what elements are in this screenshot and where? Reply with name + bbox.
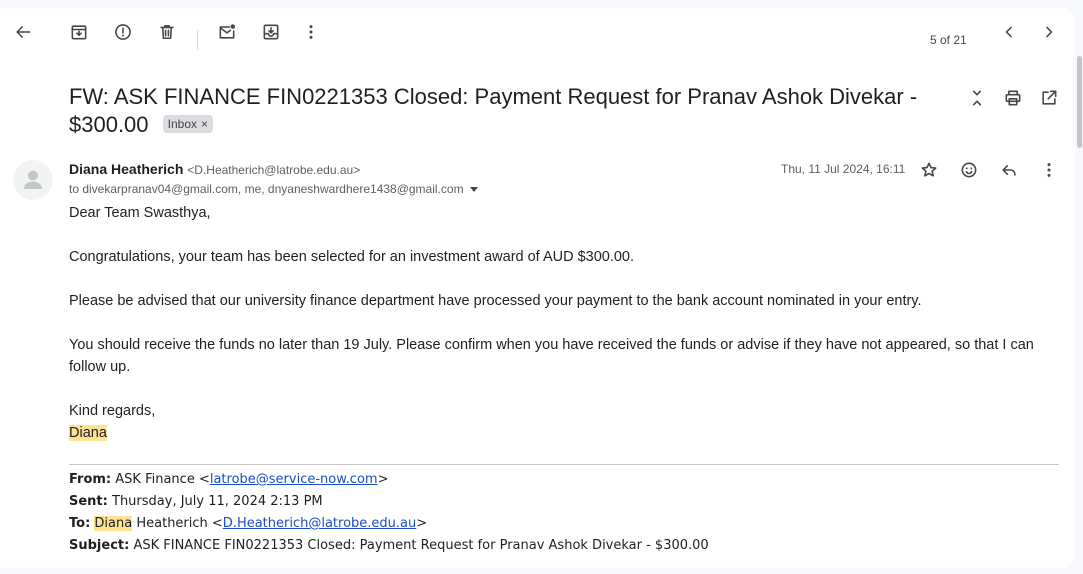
fwd-from-email-link[interactable]: latrobe@service-now.com xyxy=(210,472,378,487)
open-new-window-button[interactable] xyxy=(1033,82,1065,114)
fwd-to-email-link[interactable]: D.Heatherich@latrobe.edu.au xyxy=(223,516,416,531)
fwd-sent-value: Thursday, July 11, 2024 2:13 PM xyxy=(112,494,323,509)
sender-name[interactable]: Diana Heatherich xyxy=(69,161,183,177)
signature-line: Diana xyxy=(69,422,1059,444)
avatar[interactable] xyxy=(13,160,53,200)
forward-separator xyxy=(69,464,1059,465)
archive-icon xyxy=(71,25,87,40)
arrow-back-icon xyxy=(16,26,31,38)
show-details-dropdown[interactable] xyxy=(469,187,478,193)
move-to-icon xyxy=(263,24,279,40)
body-paragraph: You should receive the funds no later th… xyxy=(69,337,1034,375)
delete-button[interactable] xyxy=(151,16,183,48)
recipients-line: to divekarpranav04@gmail.com, me, dnyane… xyxy=(69,182,478,196)
emoji-icon xyxy=(961,162,977,178)
unfold-less-icon xyxy=(972,90,982,106)
reply-button[interactable] xyxy=(993,154,1025,186)
fwd-from-label: From: xyxy=(69,472,112,487)
delete-icon xyxy=(160,24,174,40)
toolbar-divider xyxy=(197,30,198,50)
star-button[interactable] xyxy=(913,154,945,186)
fwd-to-end: > xyxy=(416,516,428,531)
archive-button[interactable] xyxy=(63,16,95,48)
fwd-subject-line: Subject: ASK FINANCE FIN0221353 Closed: … xyxy=(69,535,1059,557)
message-view: 5 of 21 FW: ASK FINANCE FIN0221353 Close… xyxy=(0,8,1075,568)
recipients-text: to divekarpranav04@gmail.com, me, dnyane… xyxy=(69,182,464,196)
sender-line: Diana Heatherich <D.Heatherich@latrobe.e… xyxy=(69,161,360,177)
star-icon xyxy=(921,162,937,177)
move-to-button[interactable] xyxy=(255,16,287,48)
signature-name: Diana xyxy=(69,425,107,441)
person-icon xyxy=(24,170,42,189)
closing: Kind regards, xyxy=(69,403,156,419)
remove-label-button[interactable]: × xyxy=(201,117,208,131)
forwarded-header: From: ASK Finance <latrobe@service-now.c… xyxy=(69,469,1059,557)
collapse-all-button[interactable] xyxy=(961,82,993,114)
fwd-to-first: Diana xyxy=(94,516,133,531)
scrollbar-thumb[interactable] xyxy=(1077,56,1082,148)
fwd-sent-line: Sent: Thursday, July 11, 2024 2:13 PM xyxy=(69,491,1059,513)
greeting: Dear Team Swasthya, xyxy=(69,205,211,221)
email-subject: FW: ASK FINANCE FIN0221353 Closed: Payme… xyxy=(69,83,949,139)
fwd-from-line: From: ASK Finance <latrobe@service-now.c… xyxy=(69,469,1059,491)
sender-email: <D.Heatherich@latrobe.edu.au> xyxy=(187,163,361,177)
more-actions-button[interactable] xyxy=(295,16,327,48)
mark-unread-button[interactable] xyxy=(211,16,243,48)
message-counter: 5 of 21 xyxy=(930,33,967,47)
fwd-from-end: > xyxy=(377,472,389,487)
open-in-new-icon xyxy=(1042,90,1057,105)
fwd-subject-value: ASK FINANCE FIN0221353 Closed: Payment R… xyxy=(133,538,709,553)
fwd-subject-label: Subject: xyxy=(69,538,130,553)
message-body: Dear Team Swasthya, Congratulations, you… xyxy=(69,202,1059,444)
fwd-sent-label: Sent: xyxy=(69,494,108,509)
print-button[interactable] xyxy=(997,82,1029,114)
fwd-from-name: ASK Finance < xyxy=(115,472,210,487)
label-name: Inbox xyxy=(167,117,198,132)
more-vert-icon xyxy=(309,25,313,39)
inbox-label-chip: Inbox × xyxy=(162,115,214,134)
report-spam-button[interactable] xyxy=(107,16,139,48)
newer-message-button[interactable] xyxy=(993,16,1025,48)
chevron-left-icon xyxy=(1005,26,1012,38)
report-spam-icon xyxy=(115,24,131,40)
message-date: Thu, 11 Jul 2024, 16:11 xyxy=(781,162,906,176)
message-more-button[interactable] xyxy=(1033,154,1065,186)
fwd-to-line: To: Diana Heatherich <D.Heatherich@latro… xyxy=(69,513,1059,535)
reply-icon xyxy=(1002,165,1016,176)
fwd-to-label: To: xyxy=(69,516,91,531)
print-icon xyxy=(1005,90,1021,106)
fwd-to-rest: Heatherich < xyxy=(132,516,223,531)
chevron-right-icon xyxy=(1046,26,1053,38)
body-paragraph: Please be advised that our university fi… xyxy=(69,293,922,309)
older-message-button[interactable] xyxy=(1033,16,1065,48)
more-vert-icon xyxy=(1047,163,1051,177)
back-button[interactable] xyxy=(7,16,39,48)
body-paragraph: Congratulations, your team has been sele… xyxy=(69,249,635,265)
mark-unread-icon xyxy=(219,24,235,39)
add-reaction-button[interactable] xyxy=(953,154,985,186)
